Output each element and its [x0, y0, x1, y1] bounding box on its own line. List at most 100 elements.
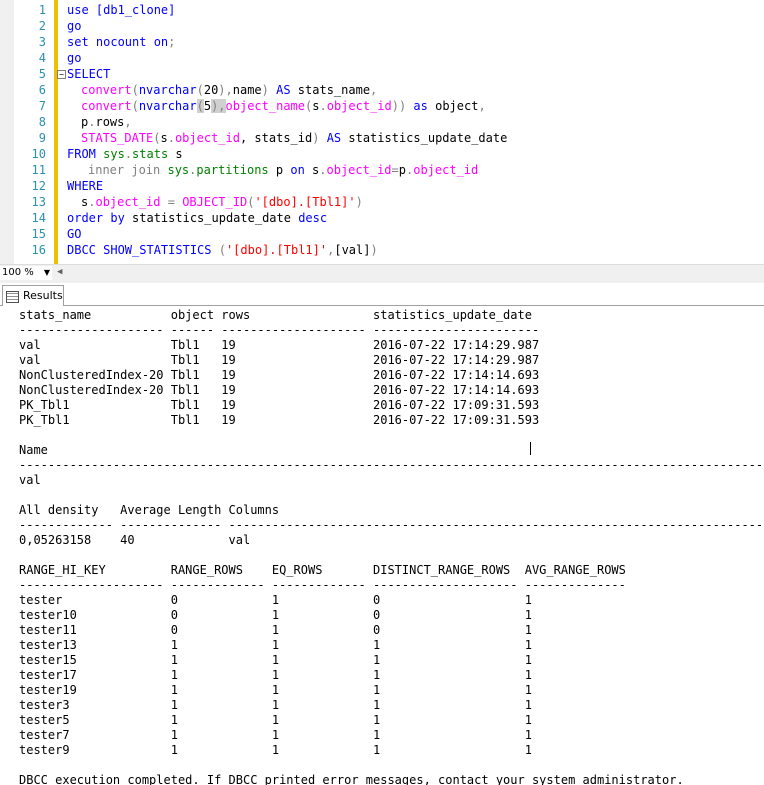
- text-cursor: [530, 442, 531, 455]
- tab-results[interactable]: Results: [2, 285, 64, 306]
- result-line: tester19 1 1 1 1: [19, 683, 532, 697]
- results-pane[interactable]: stats_name object rows statistics_update…: [0, 306, 764, 785]
- code-token: statistics_update_date: [348, 131, 508, 145]
- code-token: rows: [95, 115, 125, 129]
- code-token: SELECT: [67, 67, 111, 81]
- line-number: 7: [38, 99, 46, 113]
- code-token: statistics_update_date: [132, 211, 299, 225]
- code-token: inner join: [88, 163, 168, 177]
- code-token: (: [131, 99, 139, 113]
- code-line-6[interactable]: 6 convert(nvarchar(20),name) AS stats_na…: [0, 82, 764, 98]
- code-line-11[interactable]: 11 inner join sys.partitions p on s.obje…: [0, 162, 764, 178]
- code-token: sys: [167, 163, 190, 177]
- code-token: nvarchar: [138, 83, 197, 97]
- code-line-3[interactable]: 3 set nocount on;: [0, 34, 764, 50]
- result-line: ----------------------------------------…: [19, 458, 764, 472]
- line-number: 11: [31, 163, 46, 177]
- code-line-8[interactable]: 8 p.rows,: [0, 114, 764, 130]
- code-line-13[interactable]: 13 s.object_id = OBJECT_ID('[dbo].[Tbl1]…: [0, 194, 764, 210]
- result-line: NonClusteredIndex-20 Tbl1 19 2016-07-22 …: [19, 368, 540, 382]
- result-line: val Tbl1 19 2016-07-22 17:14:29.987: [19, 353, 540, 367]
- code-token: (: [196, 83, 204, 97]
- code-token: =: [160, 195, 183, 209]
- code-line-7[interactable]: 7 convert(nvarchar(5),object_name(s.obje…: [0, 98, 764, 114]
- result-line: Name: [19, 443, 48, 457]
- code-token: 5: [203, 99, 212, 113]
- collapse-icon[interactable]: −: [57, 70, 66, 79]
- code-token: [val]: [334, 243, 371, 257]
- tab-results-label: Results: [23, 289, 63, 302]
- code-token: .: [319, 99, 327, 113]
- code-token: =: [391, 163, 399, 177]
- code-token: ,: [478, 99, 486, 113]
- code-line-5[interactable]: 5 − SELECT: [0, 66, 764, 82]
- code-line-12[interactable]: 12 WHERE: [0, 178, 764, 194]
- code-token: .: [167, 131, 175, 145]
- code-token: (: [196, 99, 204, 113]
- line-number: 1: [38, 3, 46, 17]
- code-token: (: [131, 83, 139, 97]
- code-line-9[interactable]: 9 STATS_DATE(s.object_id, stats_id) AS s…: [0, 130, 764, 146]
- line-number: 5: [38, 67, 46, 81]
- result-line: All density Average Length Columns: [19, 503, 280, 517]
- code-token: )): [391, 99, 407, 113]
- code-token: '[dbo].[Tbl1]': [254, 195, 356, 209]
- query-editor[interactable]: 1 use [db1_clone] 2 go 3 set nocount on;…: [0, 0, 764, 264]
- zoom-dropdown[interactable]: 100 % ▼: [0, 266, 52, 280]
- code-token: object_id: [326, 99, 392, 113]
- result-line: -------------------- ------ ------------…: [19, 323, 540, 337]
- code-token: use [db1_clone]: [67, 3, 176, 17]
- code-line-2[interactable]: 2 go: [0, 18, 764, 34]
- code-token: 20: [203, 83, 219, 97]
- code-token: object_id: [95, 195, 161, 209]
- code-token: ),: [218, 83, 233, 97]
- line-number: 13: [31, 195, 46, 209]
- code-token: '[dbo].[Tbl1]': [225, 243, 328, 257]
- grid-icon: [6, 291, 19, 303]
- result-line: -------------------- ------------- -----…: [19, 578, 626, 592]
- result-line: RANGE_HI_KEY RANGE_ROWS EQ_ROWS DISTINCT…: [19, 563, 626, 577]
- code-token: object_name: [225, 99, 306, 113]
- code-token: .: [124, 147, 133, 161]
- code-token: convert: [81, 83, 132, 97]
- code-token: ): [355, 195, 363, 209]
- code-token: sys: [103, 147, 125, 161]
- line-number: 12: [31, 179, 46, 193]
- code-line-14[interactable]: 14 order by statistics_update_date desc: [0, 210, 764, 226]
- result-line: NonClusteredIndex-20 Tbl1 19 2016-07-22 …: [19, 383, 540, 397]
- result-line: PK_Tbl1 Tbl1 19 2016-07-22 17:09:31.593: [19, 398, 540, 412]
- code-token: AS: [319, 131, 349, 145]
- code-token: on: [290, 163, 313, 177]
- code-line-15[interactable]: 15 GO: [0, 226, 764, 242]
- line-number: 2: [38, 19, 46, 33]
- code-line-4[interactable]: 4 go: [0, 50, 764, 66]
- code-token: FROM: [67, 147, 104, 161]
- code-token: object_id: [413, 163, 479, 177]
- result-line: tester17 1 1 1 1: [19, 668, 532, 682]
- code-token: stats: [132, 147, 169, 161]
- code-line-10[interactable]: 10 FROM sys.stats s: [0, 146, 764, 162]
- chevron-down-icon: ▼: [43, 268, 50, 277]
- code-token: ;: [168, 35, 176, 49]
- code-line-16[interactable]: 16 DBCC SHOW_STATISTICS ('[dbo].[Tbl1]',…: [0, 242, 764, 258]
- line-number: 4: [38, 51, 46, 65]
- code-token: order by: [67, 211, 133, 225]
- code-token: object_id: [326, 163, 392, 177]
- code-token: s: [168, 147, 183, 161]
- result-line: tester13 1 1 1 1: [19, 638, 532, 652]
- result-line: tester10 0 1 0 1: [19, 608, 532, 622]
- code-token: s: [160, 131, 168, 145]
- line-number: 16: [31, 243, 46, 257]
- code-token: AS: [268, 83, 298, 97]
- result-line: stats_name object rows statistics_update…: [19, 308, 532, 322]
- line-number: 9: [38, 131, 46, 145]
- line-number: 6: [38, 83, 46, 97]
- code-token: as: [406, 99, 436, 113]
- result-line: tester11 0 1 0 1: [19, 623, 532, 637]
- code-token: .: [319, 163, 327, 177]
- line-number: 10: [31, 147, 46, 161]
- result-line: tester7 1 1 1 1: [19, 728, 532, 742]
- scroll-left-icon[interactable]: ◀: [57, 267, 62, 277]
- result-line: DBCC execution completed. If DBCC printe…: [19, 773, 684, 785]
- code-line-1[interactable]: 1 use [db1_clone]: [0, 2, 764, 18]
